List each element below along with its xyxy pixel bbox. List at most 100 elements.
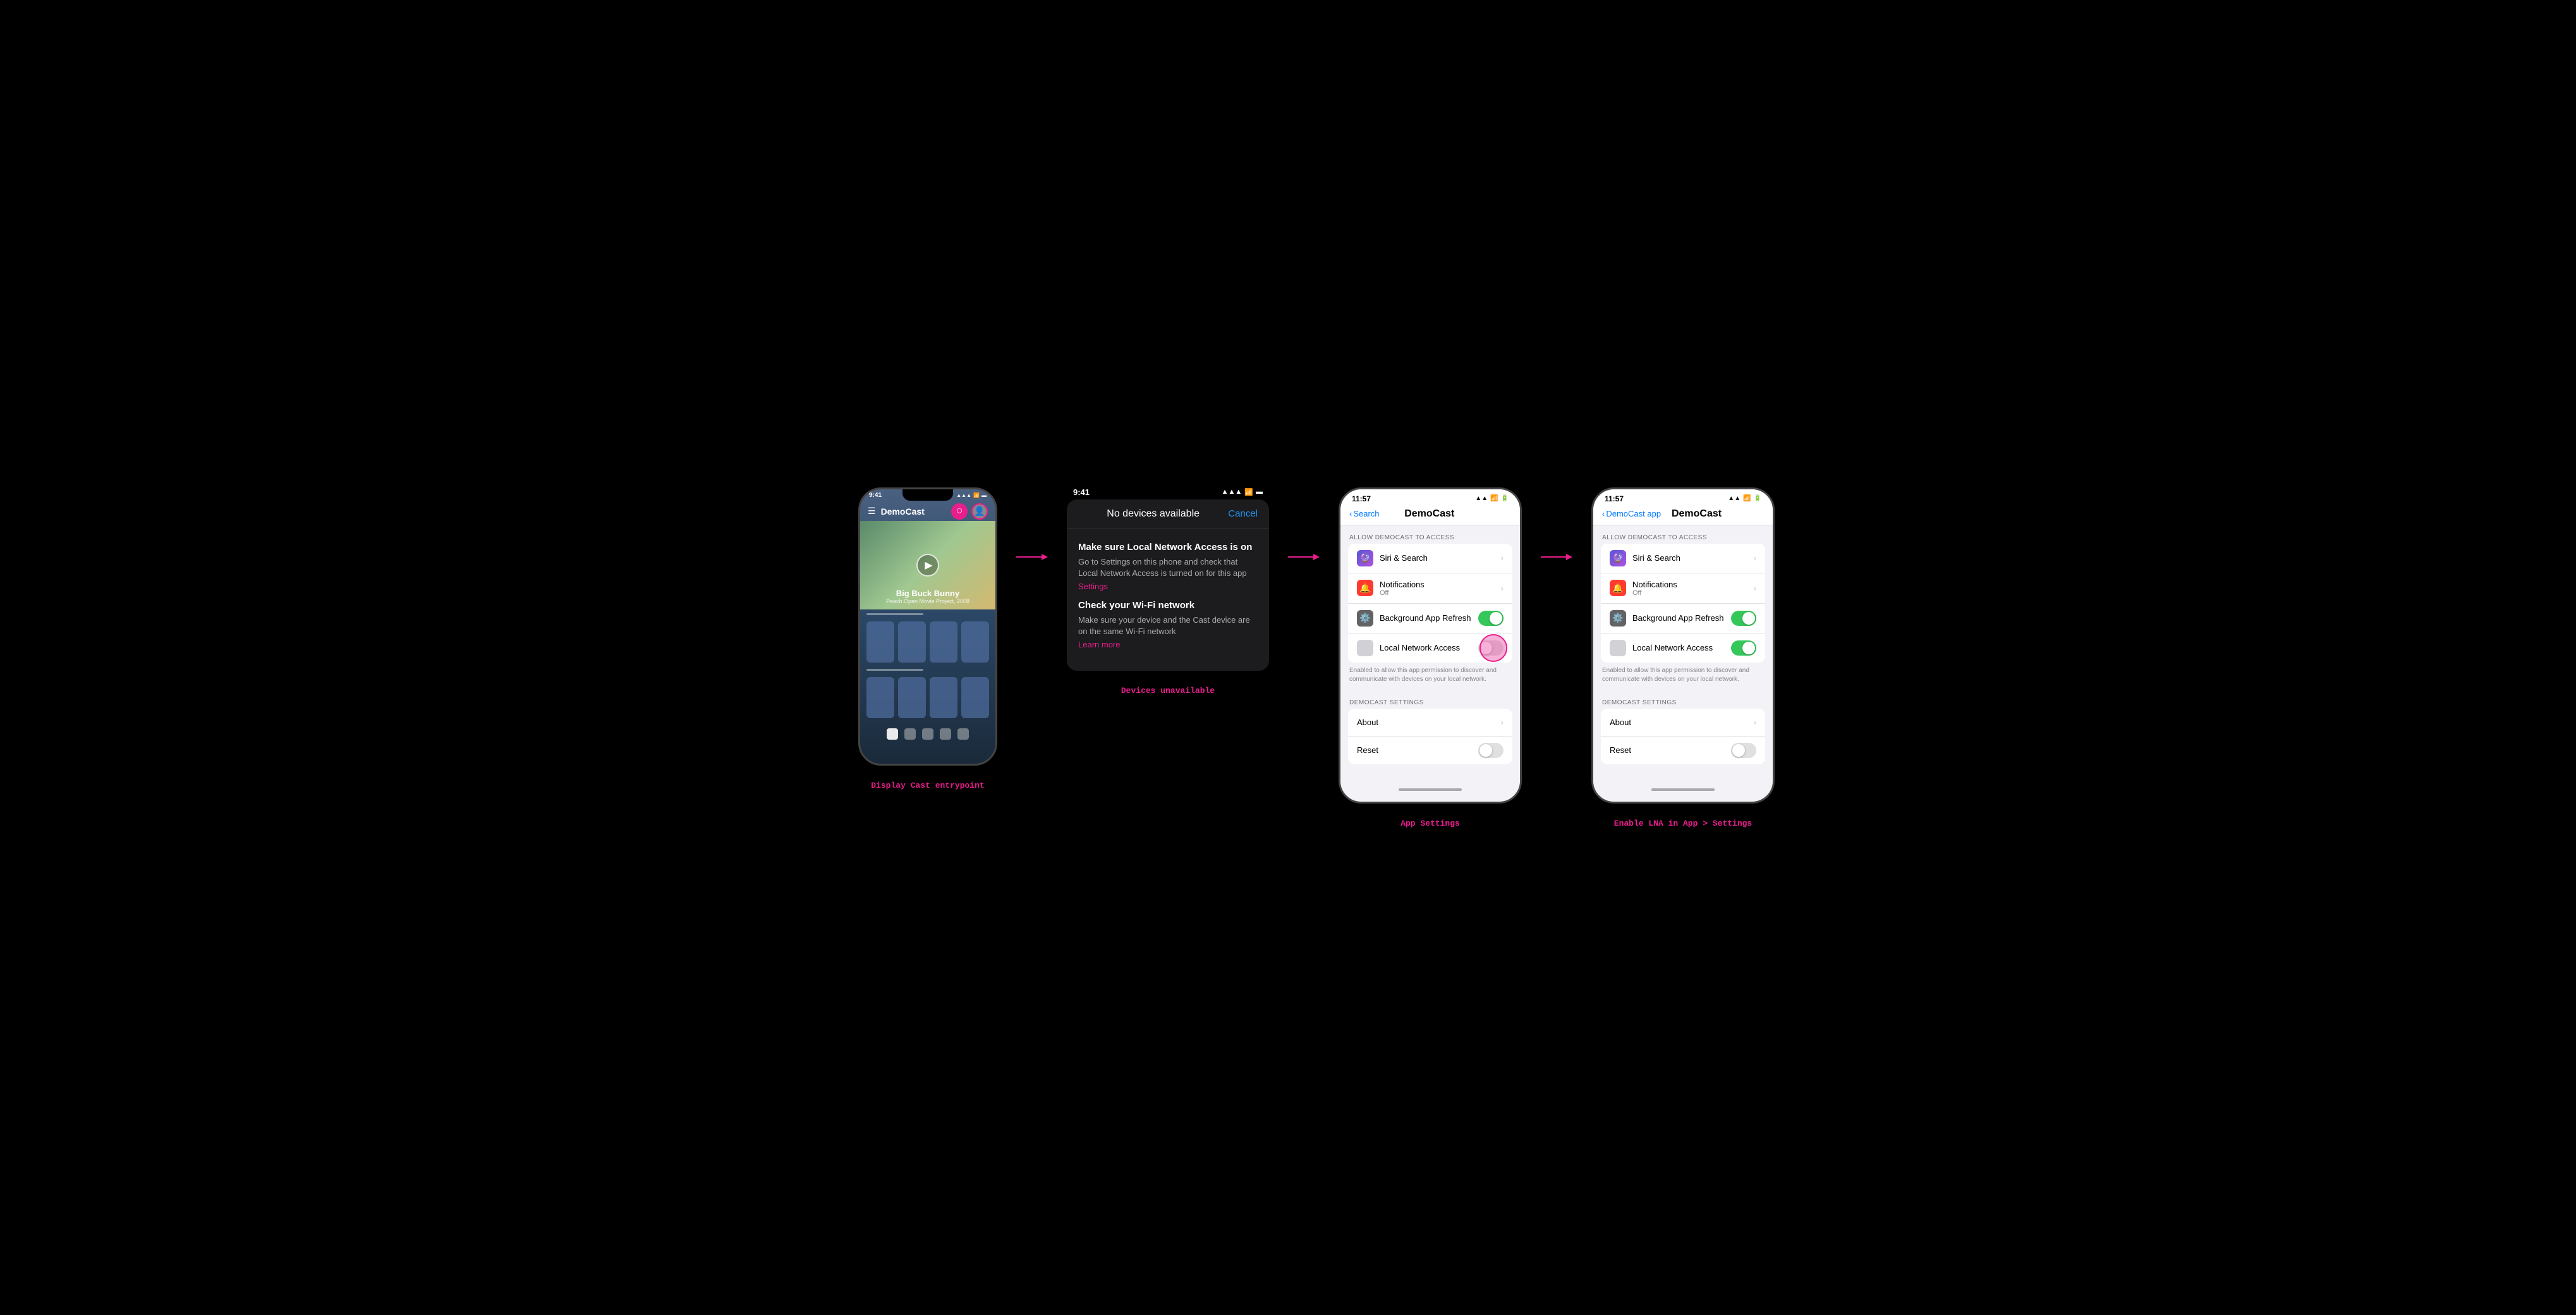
settings1-reset-toggle[interactable]: [1478, 743, 1504, 758]
chevron-left-icon-s2: ‹: [1602, 509, 1605, 518]
settings2-network-label: Local Network Access: [1632, 643, 1731, 652]
settings1-back-button[interactable]: ‹ Search: [1349, 509, 1380, 518]
settings2-back-button[interactable]: ‹ DemoCast app: [1602, 509, 1661, 518]
settings1-network-item[interactable]: Local Network Access: [1348, 633, 1512, 663]
popup-statusbar: 9:41 ▲▲▲ 📶 ▬: [1067, 487, 1269, 497]
cards-row-1: [866, 621, 989, 663]
settings2-back-label: DemoCast app: [1606, 509, 1661, 518]
arrow-2: [1288, 551, 1320, 563]
signal-icon-s1: ▲▲: [1475, 495, 1488, 502]
notif-icon-s2: 🔔: [1610, 580, 1626, 596]
toggle-knob-refresh-s2: [1742, 612, 1755, 625]
settings2-navbar: ‹ DemoCast app DemoCast: [1593, 506, 1773, 525]
settings2-refresh-toggle[interactable]: [1731, 611, 1756, 626]
settings2-refresh-item[interactable]: ⚙️ Background App Refresh: [1601, 604, 1765, 633]
settings2-network-toggle[interactable]: [1731, 640, 1756, 656]
card-4: [961, 621, 989, 663]
battery-icon-s2: 🔋: [1754, 495, 1761, 502]
notif-icon: 🔔: [1357, 580, 1373, 596]
siri-icon: 🔮: [1357, 550, 1373, 566]
chevron-icon-about-s2: ›: [1754, 718, 1756, 727]
phone1-status-icons: ▲▲▲ 📶 ▬: [956, 492, 987, 498]
section-label: [866, 669, 923, 671]
settings1-network-note: Enabled to allow this app permission to …: [1340, 663, 1520, 690]
settings-link[interactable]: Settings: [1078, 582, 1258, 591]
settings2-section2-header: DEMOCAST SETTINGS: [1593, 690, 1773, 709]
settings1-siri-label: Siri & Search: [1380, 553, 1501, 563]
settings2-network-item[interactable]: Local Network Access: [1601, 633, 1765, 663]
main-container: 9:41 ▲▲▲ 📶 ▬ ☰ DemoCast ⬡ 👤: [846, 475, 1730, 841]
card-8: [961, 677, 989, 718]
settings2-gap: [1593, 764, 1773, 777]
popup-title: No devices available: [1078, 508, 1228, 520]
cast-icon: ⬡: [957, 508, 963, 515]
settings1-about-text: About: [1357, 718, 1501, 727]
settings1-about-label: About: [1357, 718, 1501, 727]
chevron-icon-notif-s2: ›: [1754, 584, 1756, 593]
card-6: [898, 677, 926, 718]
signal-icon-s2: ▲▲: [1728, 495, 1741, 502]
card-1: [866, 621, 894, 663]
settings1-about-item[interactable]: About ›: [1348, 709, 1512, 737]
profile-button[interactable]: 👤: [971, 503, 988, 520]
settings1-notif-item[interactable]: 🔔 Notifications Off ›: [1348, 573, 1512, 604]
troubleshoot2-body: Make sure your device and the Cast devic…: [1078, 615, 1258, 637]
caption-2: Devices unavailable: [1121, 686, 1215, 695]
network-icon: [1357, 640, 1373, 656]
chevron-icon-siri-s2: ›: [1754, 553, 1756, 563]
phone1-content: [860, 613, 995, 740]
phone1-header: ☰ DemoCast ⬡ 👤: [860, 503, 995, 520]
no-devices-popup: No devices available Cancel Make sure Lo…: [1067, 499, 1269, 671]
settings1-list2: About › Reset: [1348, 709, 1512, 764]
chevron-icon-siri: ›: [1501, 553, 1504, 563]
toggle-knob-reset-s2: [1732, 744, 1745, 757]
settings1-siri-item[interactable]: 🔮 Siri & Search ›: [1348, 544, 1512, 573]
toggle-area: [1478, 640, 1504, 656]
settings2-reset-text: Reset: [1610, 745, 1731, 755]
card-7: [930, 677, 957, 718]
dot-4: [940, 728, 951, 740]
signal-icon: ▲▲▲: [956, 492, 971, 498]
phone1-device: 9:41 ▲▲▲ 📶 ▬ ☰ DemoCast ⬡ 👤: [858, 487, 997, 766]
cast-button[interactable]: ⬡: [951, 503, 968, 520]
settings1-list1: 🔮 Siri & Search › 🔔 Notifications Off ›: [1348, 544, 1512, 663]
settings1-notif-sublabel: Off: [1380, 589, 1501, 597]
dot-5: [957, 728, 969, 740]
learn-more-link[interactable]: Learn more: [1078, 640, 1258, 649]
settings1-refresh-label: Background App Refresh: [1380, 613, 1478, 623]
settings1-status-icons: ▲▲ 📶 🔋: [1475, 495, 1509, 502]
settings2-siri-text: Siri & Search: [1632, 553, 1754, 563]
settings2-list2: About › Reset: [1601, 709, 1765, 764]
phone1-movie-info: Big Buck Bunny Peach Open Movie Project,…: [860, 589, 995, 604]
menu-icon[interactable]: ☰: [868, 506, 876, 517]
play-button[interactable]: ▶: [916, 554, 939, 577]
settings2-about-item[interactable]: About ›: [1601, 709, 1765, 737]
toggle-knob-network-s2: [1742, 642, 1755, 654]
settings2-reset-item[interactable]: Reset: [1601, 737, 1765, 764]
settings1-statusbar: 11:57 ▲▲ 📶 🔋: [1340, 489, 1520, 506]
settings2-reset-label: Reset: [1610, 745, 1731, 755]
refresh-icon: ⚙️: [1357, 610, 1373, 627]
troubleshoot1-body: Go to Settings on this phone and check t…: [1078, 556, 1258, 579]
settings2-notif-label: Notifications: [1632, 580, 1754, 589]
settings2-reset-toggle[interactable]: [1731, 743, 1756, 758]
settings2-siri-label: Siri & Search: [1632, 553, 1754, 563]
popup-header: No devices available Cancel: [1067, 499, 1269, 529]
phone1-time: 9:41: [869, 492, 882, 499]
settings2-siri-item[interactable]: 🔮 Siri & Search ›: [1601, 544, 1765, 573]
arrow-1: [1016, 551, 1048, 563]
settings1-refresh-item[interactable]: ⚙️ Background App Refresh: [1348, 604, 1512, 633]
cancel-button[interactable]: Cancel: [1228, 508, 1258, 519]
phone1-hero: ▶ Big Buck Bunny Peach Open Movie Projec…: [860, 521, 995, 609]
refresh-icon-s2: ⚙️: [1610, 610, 1626, 627]
settings1-refresh-toggle[interactable]: [1478, 611, 1504, 626]
popup-container: 9:41 ▲▲▲ 📶 ▬ No devices available Cancel…: [1067, 487, 1269, 671]
settings1-reset-item[interactable]: Reset: [1348, 737, 1512, 764]
settings1-network-text: Local Network Access: [1380, 643, 1478, 652]
settings2-list1: 🔮 Siri & Search › 🔔 Notifications Off ›: [1601, 544, 1765, 663]
settings2-notif-item[interactable]: 🔔 Notifications Off ›: [1601, 573, 1765, 604]
dot-3: [922, 728, 933, 740]
settings2-about-text: About: [1610, 718, 1754, 727]
settings2-nav-title: DemoCast: [1672, 508, 1722, 520]
settings1-section1-header: ALLOW DEMOCAST TO ACCESS: [1340, 525, 1520, 544]
